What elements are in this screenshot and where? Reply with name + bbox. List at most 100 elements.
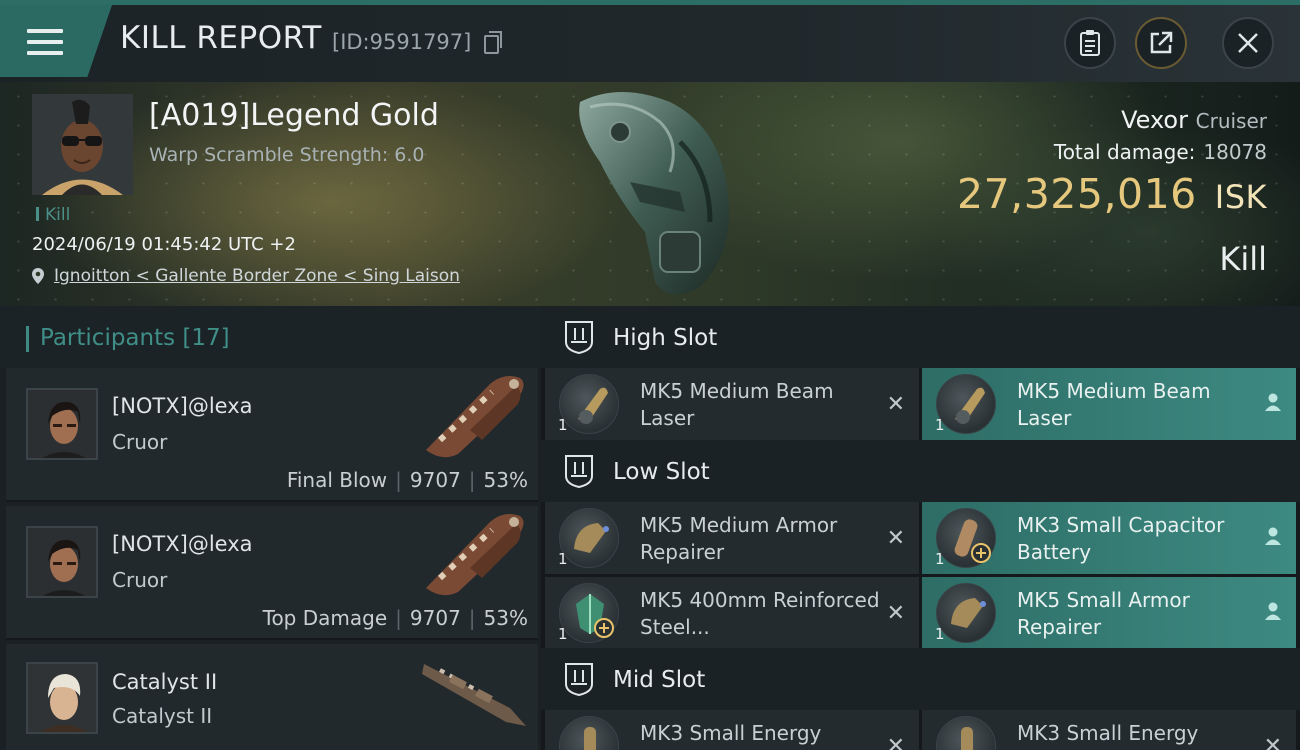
top-bar: KILL REPORT [ID:9591797] [0, 0, 1300, 82]
capacitor-battery-icon [936, 508, 996, 568]
destroyed-icon: ✕ [886, 734, 905, 750]
share-button[interactable] [1135, 17, 1187, 69]
module-name: MK3 Small Energy [1017, 721, 1199, 745]
person-icon [1264, 601, 1282, 627]
participant-damage: 9707 [409, 468, 461, 492]
isk-amount: 27,325,016 [957, 170, 1197, 218]
result-label: Kill [1219, 240, 1267, 278]
participant-ship: Cruor [112, 568, 168, 592]
victim-ship: Vexor Cruiser [1121, 106, 1267, 134]
module-name: MK5 Medium Beam Laser [1017, 379, 1211, 430]
participant-role: Top Damage [262, 606, 388, 630]
kill-tag: Kill [36, 205, 70, 225]
module-card[interactable]: MK3 Small Energy ✕ [922, 710, 1296, 750]
module-card[interactable]: 1 MK5 Medium Beam Laser ✕ [545, 368, 919, 440]
armor-plate-icon [559, 583, 619, 643]
energy-module-icon [936, 716, 996, 750]
high-slot-label: High Slot [613, 325, 718, 351]
close-icon [1238, 33, 1258, 53]
participant-ship-image [426, 514, 524, 596]
share-icon [1150, 31, 1173, 54]
module-name: MK3 Small Capacitor Battery [1017, 513, 1225, 564]
victim-ship-image [579, 92, 730, 295]
beam-laser-icon [559, 374, 619, 434]
warp-scramble-strength: Warp Scramble Strength: 6.0 [149, 144, 425, 166]
isk-unit: ISK [1214, 178, 1267, 216]
module-card[interactable]: 1 MK5 400mm Reinforced Steel... ✕ [545, 577, 919, 649]
participant-ship-image [422, 664, 526, 726]
isk-value: 27,325,016 ISK [957, 170, 1267, 218]
low-slot-header: Low Slot [541, 440, 1300, 502]
copy-icon[interactable] [484, 31, 502, 54]
total-damage: Total damage: 18078 [1054, 140, 1267, 164]
participant-percent: 53% [483, 468, 528, 492]
destroyed-icon: ✕ [1263, 734, 1282, 750]
participant-stats: Top Damage | 9707 | 53% [262, 606, 528, 630]
participant-name[interactable]: [NOTX]@lexa [112, 394, 253, 418]
participant-avatar [26, 526, 98, 598]
report-id: [ID:9591797] [332, 30, 472, 54]
kill-summary: [A019]Legend Gold Warp Scramble Strength… [0, 82, 1300, 306]
low-slot-icon [565, 455, 593, 488]
module-card[interactable]: 1 MK5 Small Armor Repairer [922, 577, 1296, 649]
participant-name[interactable]: [NOTX]@lexa [112, 532, 253, 556]
kill-datetime: 2024/06/19 01:45:42 UTC +2 [32, 234, 296, 255]
participant-name[interactable]: Catalyst II [112, 670, 217, 694]
ship-name[interactable]: Vexor [1121, 106, 1188, 134]
energy-module-icon [559, 716, 619, 750]
person-icon [1264, 392, 1282, 418]
location-pin-icon [32, 268, 44, 284]
participant-ship: Catalyst II [112, 704, 213, 728]
hamburger-icon [27, 29, 63, 57]
module-name: MK5 Small Armor Repairer [1017, 588, 1190, 639]
menu-button[interactable] [0, 5, 112, 77]
module-name: MK5 400mm Reinforced Steel... [640, 588, 880, 639]
destroyed-icon: ✕ [886, 601, 905, 626]
high-slot-header: High Slot [541, 306, 1300, 368]
page-title: KILL REPORT [120, 20, 322, 56]
destroyed-icon: ✕ [886, 392, 905, 417]
total-damage-value: 18078 [1203, 140, 1267, 164]
participant-card[interactable]: [NOTX]@lexa Cruor Top Damage | 9707 | 53% [6, 506, 538, 640]
armor-repairer-icon [559, 508, 619, 568]
person-icon [1264, 526, 1282, 552]
high-slot-icon [565, 321, 593, 354]
participant-avatar [26, 388, 98, 460]
participant-card[interactable]: [NOTX]@lexa Cruor Final Blow | 9707 | 53% [6, 368, 538, 502]
armor-repairer-icon [936, 583, 996, 643]
victim-portrait[interactable] [32, 94, 133, 195]
module-card[interactable]: 1 MK5 Medium Armor Repairer ✕ [545, 502, 919, 574]
module-name: MK5 Medium Beam Laser [640, 379, 834, 430]
ship-class: Cruiser [1195, 109, 1267, 133]
clipboard-icon [1080, 30, 1100, 56]
victim-name[interactable]: [A019]Legend Gold [149, 98, 439, 133]
participant-stats: Final Blow | 9707 | 53% [286, 468, 528, 492]
close-button[interactable] [1222, 17, 1274, 69]
destroyed-icon: ✕ [886, 526, 905, 551]
total-damage-label: Total damage: [1053, 140, 1196, 164]
module-name: MK5 Medium Armor Repairer [640, 513, 838, 564]
participants-header: Participants [17] [0, 306, 541, 368]
participant-damage: 9707 [409, 606, 461, 630]
participant-ship-image [426, 376, 524, 458]
participant-card[interactable]: Catalyst II Catalyst II [6, 644, 538, 750]
module-card[interactable]: 1 MK5 Medium Beam Laser [922, 368, 1296, 440]
low-slot-label: Low Slot [613, 459, 710, 485]
participant-percent: 53% [483, 606, 528, 630]
participants-count: [17] [182, 325, 230, 351]
module-card[interactable]: 1 MK3 Small Capacitor Battery [922, 502, 1296, 574]
module-card[interactable]: MK3 Small Energy ✕ [545, 710, 919, 750]
participants-panel: Participants [17] [NOTX]@lexa Cruor Fina… [0, 306, 541, 750]
module-name: MK3 Small Energy [640, 721, 822, 745]
mid-slot-label: Mid Slot [613, 667, 706, 693]
fitting-panel: High Slot 1 MK5 Medium Beam Laser ✕ 1 MK… [541, 306, 1300, 750]
participants-label: Participants [40, 325, 176, 351]
mid-slot-icon [565, 663, 593, 696]
mid-slot-header: Mid Slot [541, 648, 1300, 710]
participant-role: Final Blow [286, 468, 388, 492]
kill-location[interactable]: Ignoitton < Gallente Border Zone < Sing … [32, 266, 460, 286]
location-link[interactable]: Ignoitton < Gallente Border Zone < Sing … [54, 266, 460, 286]
report-button[interactable] [1064, 17, 1116, 69]
beam-laser-icon [936, 374, 996, 434]
participant-avatar [26, 662, 98, 734]
